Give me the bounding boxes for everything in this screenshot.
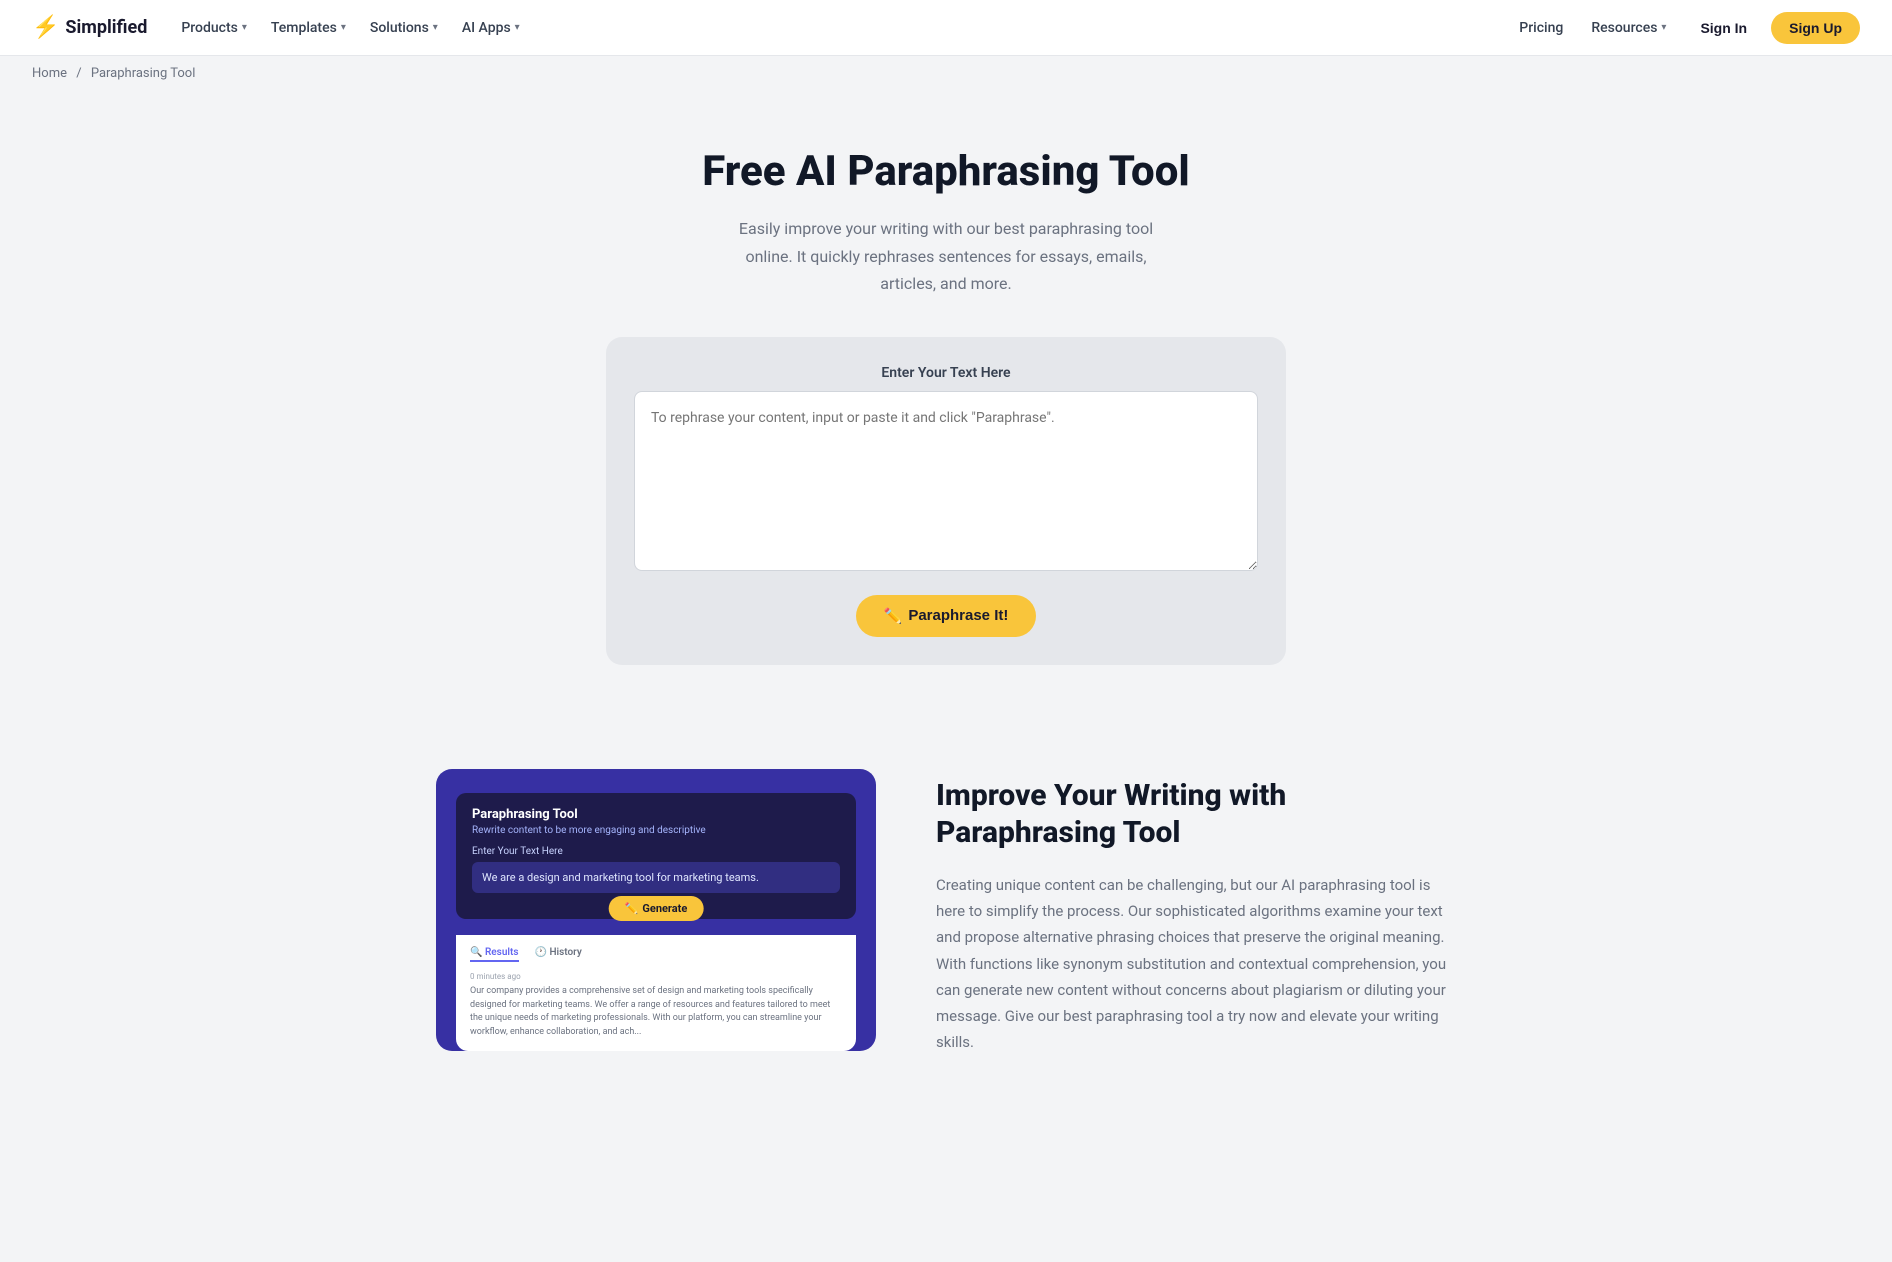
nav-templates[interactable]: Templates (261, 14, 356, 42)
brand-name: Simplified (65, 17, 147, 38)
mock-tool-title: Paraphrasing Tool (472, 807, 840, 822)
mock-generate-label: Generate (642, 902, 687, 915)
mock-generate-icon: ✏️ (625, 902, 639, 915)
mock-tab-history: 🕐 History (535, 947, 582, 962)
tool-input-label: Enter Your Text Here (634, 365, 1258, 381)
resources-chevron-icon (1661, 22, 1666, 33)
signup-button[interactable]: Sign Up (1771, 12, 1860, 44)
nav-links: Products Templates Solutions AI Apps (171, 14, 1509, 42)
products-chevron-icon (242, 22, 247, 33)
tool-actions: ✏️ Paraphrase It! (634, 595, 1258, 637)
tool-textarea[interactable] (634, 391, 1258, 571)
features-description: Creating unique content can be challengi… (936, 872, 1456, 1056)
paraphrase-tool-card: Enter Your Text Here ✏️ Paraphrase It! (606, 337, 1286, 665)
breadcrumb-separator: / (76, 66, 81, 81)
paraphrase-icon: ✏️ (884, 607, 903, 625)
brand-logo[interactable]: ⚡ Simplified (32, 15, 147, 40)
breadcrumb: Home / Paraphrasing Tool (0, 56, 1892, 91)
breadcrumb-current: Paraphrasing Tool (91, 66, 196, 81)
mock-tool-sub: Rewrite content to be more engaging and … (472, 825, 840, 836)
mock-results-panel: 🔍 Results 🕐 History 0 minutes ago Our co… (456, 935, 856, 1051)
ai-apps-chevron-icon (515, 22, 520, 33)
mock-tab-results: 🔍 Results (470, 947, 519, 962)
templates-chevron-icon (341, 22, 346, 33)
paraphrase-button-label: Paraphrase It! (908, 607, 1008, 624)
hero-subtitle: Easily improve your writing with our bes… (736, 215, 1156, 297)
nav-ai-apps[interactable]: AI Apps (452, 14, 530, 42)
paraphrase-button[interactable]: ✏️ Paraphrase It! (856, 595, 1037, 637)
nav-pricing[interactable]: Pricing (1509, 14, 1573, 42)
breadcrumb-home[interactable]: Home (32, 66, 67, 81)
mock-screenshot-bg: Paraphrasing Tool Rewrite content to be … (436, 769, 876, 1051)
hero-title: Free AI Paraphrasing Tool (24, 147, 1868, 197)
solutions-chevron-icon (433, 22, 438, 33)
logo-icon: ⚡ (32, 15, 59, 40)
features-image: Paraphrasing Tool Rewrite content to be … (436, 769, 876, 1051)
mock-result-text: Our company provides a comprehensive set… (470, 985, 842, 1039)
signin-button[interactable]: Sign In (1684, 13, 1763, 43)
mock-input-box: We are a design and marketing tool for m… (472, 862, 840, 893)
features-title: Improve Your Writing with Paraphrasing T… (936, 777, 1456, 852)
nav-resources[interactable]: Resources (1581, 14, 1676, 42)
features-text: Improve Your Writing with Paraphrasing T… (936, 769, 1456, 1056)
mock-generate-button: ✏️ Generate (609, 896, 704, 921)
nav-products[interactable]: Products (171, 14, 257, 42)
nav-right: Pricing Resources Sign In Sign Up (1509, 12, 1860, 44)
navbar: ⚡ Simplified Products Templates Solution… (0, 0, 1892, 56)
nav-solutions[interactable]: Solutions (360, 14, 448, 42)
hero-section: Free AI Paraphrasing Tool Easily improve… (0, 91, 1892, 705)
mock-input-label: Enter Your Text Here (472, 846, 840, 857)
features-section: Paraphrasing Tool Rewrite content to be … (396, 769, 1496, 1136)
mock-tabs: 🔍 Results 🕐 History (470, 947, 842, 962)
mock-result-time: 0 minutes ago (470, 972, 842, 981)
